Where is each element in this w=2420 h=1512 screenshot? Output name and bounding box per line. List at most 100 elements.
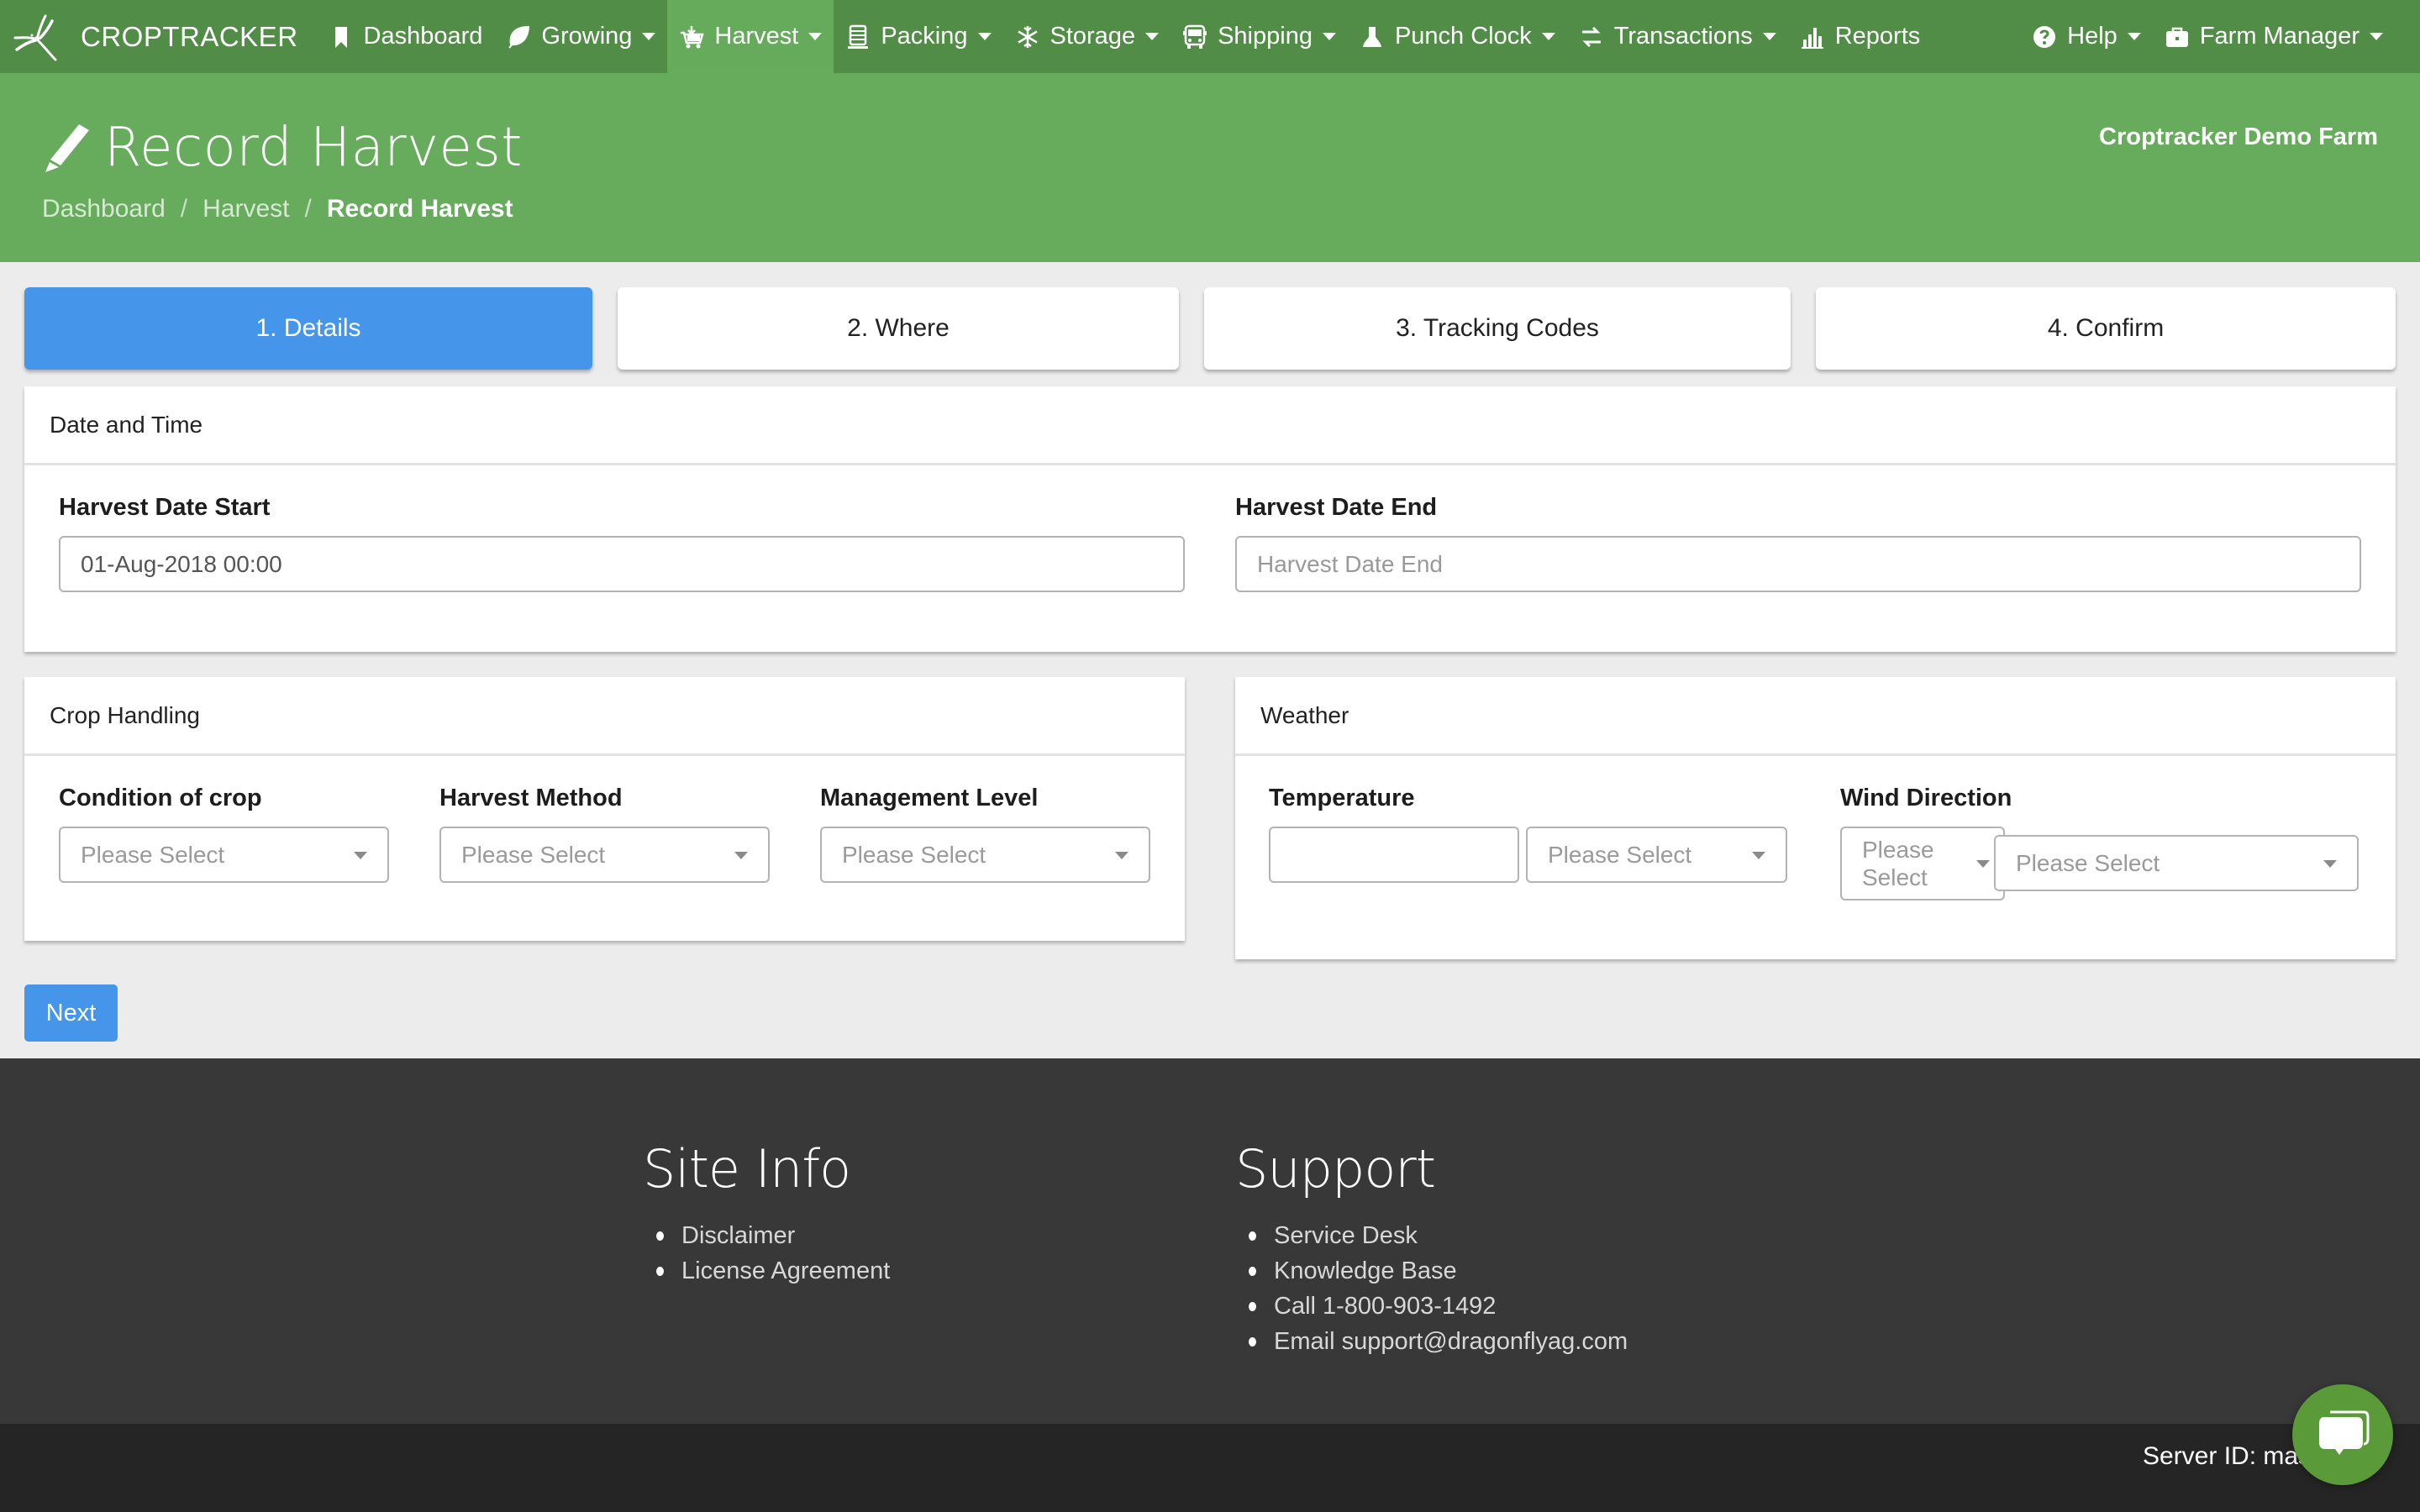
- caret-down-icon: [1115, 851, 1128, 859]
- wind-direction-label: Wind Direction: [1840, 785, 2012, 811]
- breadcrumb-separator: /: [180, 195, 188, 223]
- chevron-down-icon: [2127, 33, 2141, 40]
- pencil-icon: [45, 124, 89, 172]
- chevron-down-icon: [808, 33, 823, 40]
- nav-label: Farm Manager: [2199, 23, 2360, 50]
- weather-panel: Weather Temperature Please Select Wind D…: [1235, 677, 2396, 959]
- breadcrumb-current: Record Harvest: [326, 195, 513, 223]
- chevron-down-icon: [1322, 33, 1336, 40]
- chevron-down-icon: [977, 33, 992, 40]
- site-info-links: Disclaimer License Agreement: [643, 1218, 890, 1289]
- nav-help[interactable]: Help: [2020, 0, 2153, 73]
- nav-harvest[interactable]: Harvest: [667, 0, 834, 73]
- brand-name: CROPTRACKER: [81, 20, 298, 52]
- nav-label: Harvest: [714, 23, 799, 50]
- nav-label: Reports: [1834, 23, 1921, 50]
- select-value: Please Select: [461, 841, 606, 868]
- step-tab-details[interactable]: 1. Details: [24, 287, 592, 370]
- breadcrumb-dashboard[interactable]: Dashboard: [42, 195, 166, 223]
- chat-button[interactable]: [2292, 1384, 2393, 1485]
- temperature-input[interactable]: [1269, 827, 1519, 883]
- nav-label: Storage: [1050, 23, 1136, 50]
- step-tab-confirm[interactable]: 4. Confirm: [1816, 287, 2396, 370]
- next-button[interactable]: Next: [24, 984, 118, 1042]
- footer-site-info: Site Info Disclaimer License Agreement: [643, 1138, 890, 1289]
- breadcrumb: Dashboard / Harvest / Record Harvest: [42, 195, 513, 223]
- breadcrumb-separator: /: [304, 195, 312, 223]
- management-level-select[interactable]: Please Select: [820, 827, 1150, 883]
- knowledge-base-link[interactable]: Knowledge Base: [1248, 1253, 1628, 1289]
- harvest-date-end-input[interactable]: [1235, 536, 2361, 592]
- chevron-down-icon: [1145, 33, 1160, 40]
- select-value: Please Select: [842, 841, 986, 868]
- phone-link[interactable]: Call 1-800-903-1492: [1248, 1289, 1628, 1324]
- nav-label: Transactions: [1613, 23, 1753, 50]
- top-navbar: CROPTRACKER Dashboard Growing Harvest Pa…: [0, 0, 2420, 73]
- nav-farm-manager[interactable]: Farm Manager: [2153, 0, 2420, 73]
- bookmark-icon: [329, 24, 354, 50]
- service-desk-link[interactable]: Service Desk: [1248, 1218, 1628, 1253]
- weather-panel-title: Weather: [1235, 677, 2396, 756]
- pallet-icon: [845, 24, 871, 50]
- harvest-method-label: Harvest Method: [439, 785, 623, 811]
- step-tab-where[interactable]: 2. Where: [618, 287, 1179, 370]
- nav-label: Help: [2067, 23, 2118, 50]
- disclaimer-link[interactable]: Disclaimer: [655, 1218, 890, 1253]
- license-agreement-link[interactable]: License Agreement: [655, 1253, 890, 1289]
- harvest-date-start-label: Harvest Date Start: [59, 494, 271, 521]
- nav-transactions[interactable]: Transactions: [1567, 0, 1788, 73]
- dragonfly-logo-icon: [13, 14, 57, 60]
- nav-dashboard[interactable]: Dashboard: [317, 0, 495, 73]
- condition-of-crop-label: Condition of crop: [59, 785, 262, 811]
- temperature-unit-select[interactable]: Please Select: [1526, 827, 1787, 883]
- nav-storage[interactable]: Storage: [1003, 0, 1171, 73]
- chevron-down-icon: [2370, 33, 2383, 40]
- nav-punch-clock[interactable]: Punch Clock: [1348, 0, 1567, 73]
- page-header: Record Harvest Dashboard / Harvest / Rec…: [0, 73, 2420, 262]
- date-time-panel-title: Date and Time: [24, 386, 2396, 465]
- nav-growing[interactable]: Growing: [494, 0, 667, 73]
- nav-shipping[interactable]: Shipping: [1171, 0, 1348, 73]
- support-links: Service Desk Knowledge Base Call 1-800-9…: [1235, 1218, 1628, 1359]
- harvest-date-end-label: Harvest Date End: [1235, 494, 1438, 521]
- person-icon: [1360, 24, 1385, 50]
- select-value: Please Select: [81, 841, 225, 868]
- snowflake-icon: [1015, 24, 1040, 50]
- chevron-down-icon: [1541, 33, 1555, 40]
- caret-down-icon: [1752, 851, 1765, 859]
- select-value: Please Select: [1862, 837, 1934, 890]
- harvest-method-select[interactable]: Please Select: [439, 827, 770, 883]
- condition-of-crop-select[interactable]: Please Select: [59, 827, 389, 883]
- temperature-label: Temperature: [1269, 785, 1415, 811]
- chat-bubbles-icon: [2319, 1410, 2370, 1455]
- site-info-heading: Site Info: [643, 1138, 851, 1200]
- harvest-date-start-input[interactable]: [59, 536, 1185, 592]
- server-id: Server ID: mas: [2143, 1442, 2312, 1470]
- caret-down-icon: [354, 851, 367, 859]
- nav-label: Packing: [881, 23, 968, 50]
- wind-direction-select[interactable]: Please Select: [1840, 827, 2005, 900]
- management-level-label: Management Level: [820, 785, 1039, 811]
- caret-down-icon: [734, 851, 748, 859]
- nav-reports[interactable]: Reports: [1788, 0, 1933, 73]
- nav-packing[interactable]: Packing: [834, 0, 1002, 73]
- footer-support: Support Service Desk Knowledge Base Call…: [1235, 1138, 1628, 1359]
- bottom-bar: [0, 1424, 2420, 1512]
- support-heading: Support: [1235, 1138, 1436, 1200]
- exchange-icon: [1579, 24, 1604, 50]
- wind-speed-select[interactable]: Please Select: [1994, 835, 2359, 891]
- nav-label: Punch Clock: [1394, 23, 1532, 50]
- email-link[interactable]: Email support@dragonflyag.com: [1248, 1324, 1628, 1359]
- brand-logo[interactable]: CROPTRACKER: [0, 0, 317, 73]
- nav-label: Dashboard: [363, 23, 483, 50]
- breadcrumb-harvest[interactable]: Harvest: [203, 195, 289, 223]
- select-value: Please Select: [1548, 841, 1692, 868]
- crop-handling-panel-title: Crop Handling: [24, 677, 1185, 756]
- step-tab-tracking-codes[interactable]: 3. Tracking Codes: [1204, 287, 1791, 370]
- truck-icon: [1182, 24, 1207, 50]
- leaf-icon: [506, 24, 531, 50]
- chevron-down-icon: [642, 33, 656, 40]
- question-circle-icon: [2032, 24, 2057, 50]
- nav-label: Growing: [541, 23, 633, 50]
- briefcase-icon: [2165, 24, 2190, 50]
